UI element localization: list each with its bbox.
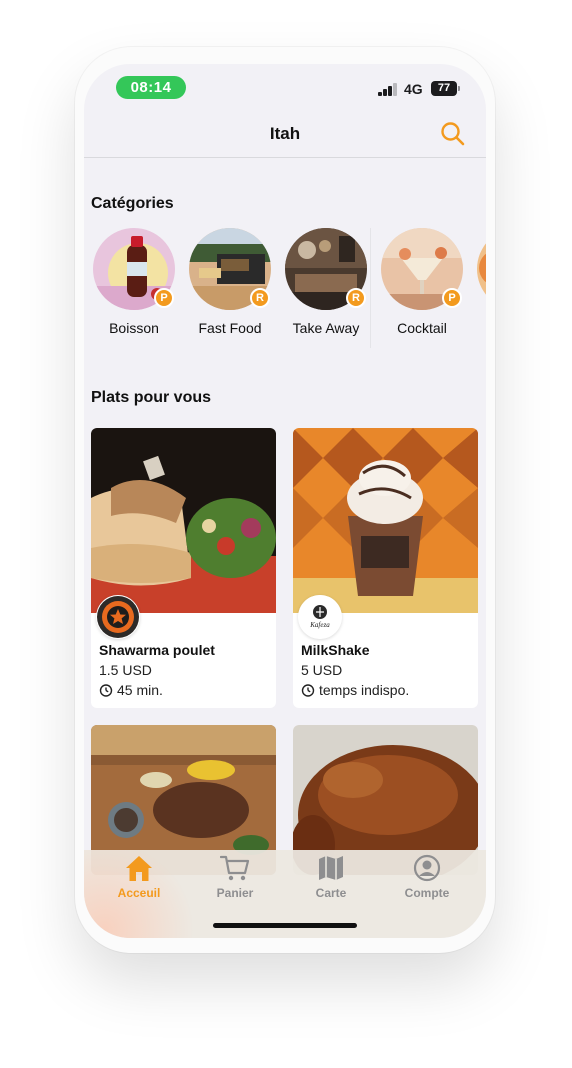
category-partial[interactable] [468, 228, 486, 348]
categories-carousel[interactable]: P Boisson R Fast Food R Take Away P Cock… [84, 228, 486, 348]
dish-time: 45 min. [117, 682, 163, 698]
category-label: Take Away [292, 320, 360, 336]
category-label: Cocktail [397, 320, 447, 336]
home-indicator[interactable] [213, 923, 357, 928]
map-icon [319, 856, 343, 880]
tab-label: Panier [216, 886, 254, 900]
dish-card-milkshake[interactable]: Kafeza MilkShake 5 USD temps indispo. [293, 428, 478, 708]
tab-label: Acceuil [117, 886, 161, 900]
timer-icon [301, 684, 315, 697]
dish-price: 5 USD [301, 662, 343, 678]
network-type: 4G [404, 81, 423, 97]
dish-name: Shawarma poulet [99, 642, 215, 658]
tab-label: Carte [315, 886, 347, 900]
search-button[interactable] [440, 121, 466, 147]
category-label: Fast Food [198, 320, 262, 336]
nav-bar: Itah [84, 112, 486, 158]
tab-label: Compte [404, 886, 450, 900]
dish-time-row: temps indispo. [301, 682, 409, 698]
tab-map[interactable]: Carte [283, 850, 379, 910]
category-badge: R [250, 288, 270, 308]
phone-frame: 08:14 4G 77 Itah Catégories P Boisson R … [75, 47, 495, 953]
dish-time-row: 45 min. [99, 682, 163, 698]
categories-heading: Catégories [91, 195, 174, 212]
category-badge: P [154, 288, 174, 308]
cellular-signal-icon [378, 83, 398, 96]
category-divider [370, 228, 371, 348]
category-boisson[interactable]: P Boisson [84, 228, 180, 348]
dish-image [293, 428, 478, 613]
dish-card-shawarma[interactable]: Shawarma poulet 1.5 USD 45 min. [91, 428, 276, 708]
battery-icon: 77 [431, 81, 457, 96]
dish-image [91, 428, 276, 613]
restaurant-logo [96, 595, 140, 639]
cart-icon [220, 855, 250, 881]
category-badge: R [346, 288, 366, 308]
restaurant-logo: Kafeza [298, 595, 342, 639]
search-icon [441, 122, 465, 146]
account-icon [413, 854, 441, 882]
status-time: 08:14 [116, 76, 186, 99]
category-badge: P [442, 288, 462, 308]
tab-account[interactable]: Compte [379, 850, 475, 910]
category-image [477, 228, 486, 310]
tab-cart[interactable]: Panier [187, 850, 283, 910]
timer-icon [99, 684, 113, 697]
category-take-away[interactable]: R Take Away [276, 228, 372, 348]
dish-name: MilkShake [301, 642, 370, 658]
page-title: Itah [269, 124, 301, 143]
tab-home[interactable]: Acceuil [91, 850, 187, 910]
status-bar: 08:14 4G 77 [84, 64, 486, 112]
home-icon [126, 856, 152, 881]
category-label: Boisson [109, 320, 159, 336]
app-screen: 08:14 4G 77 Itah Catégories P Boisson R … [84, 64, 486, 938]
dish-price: 1.5 USD [99, 662, 152, 678]
dishes-heading: Plats pour vous [91, 389, 212, 406]
category-cocktail[interactable]: P Cocktail [372, 228, 468, 348]
dish-time: temps indispo. [319, 682, 410, 698]
battery-cap [458, 86, 460, 91]
logo-wordmark: Kafeza [309, 621, 330, 629]
category-fast-food[interactable]: R Fast Food [180, 228, 276, 348]
